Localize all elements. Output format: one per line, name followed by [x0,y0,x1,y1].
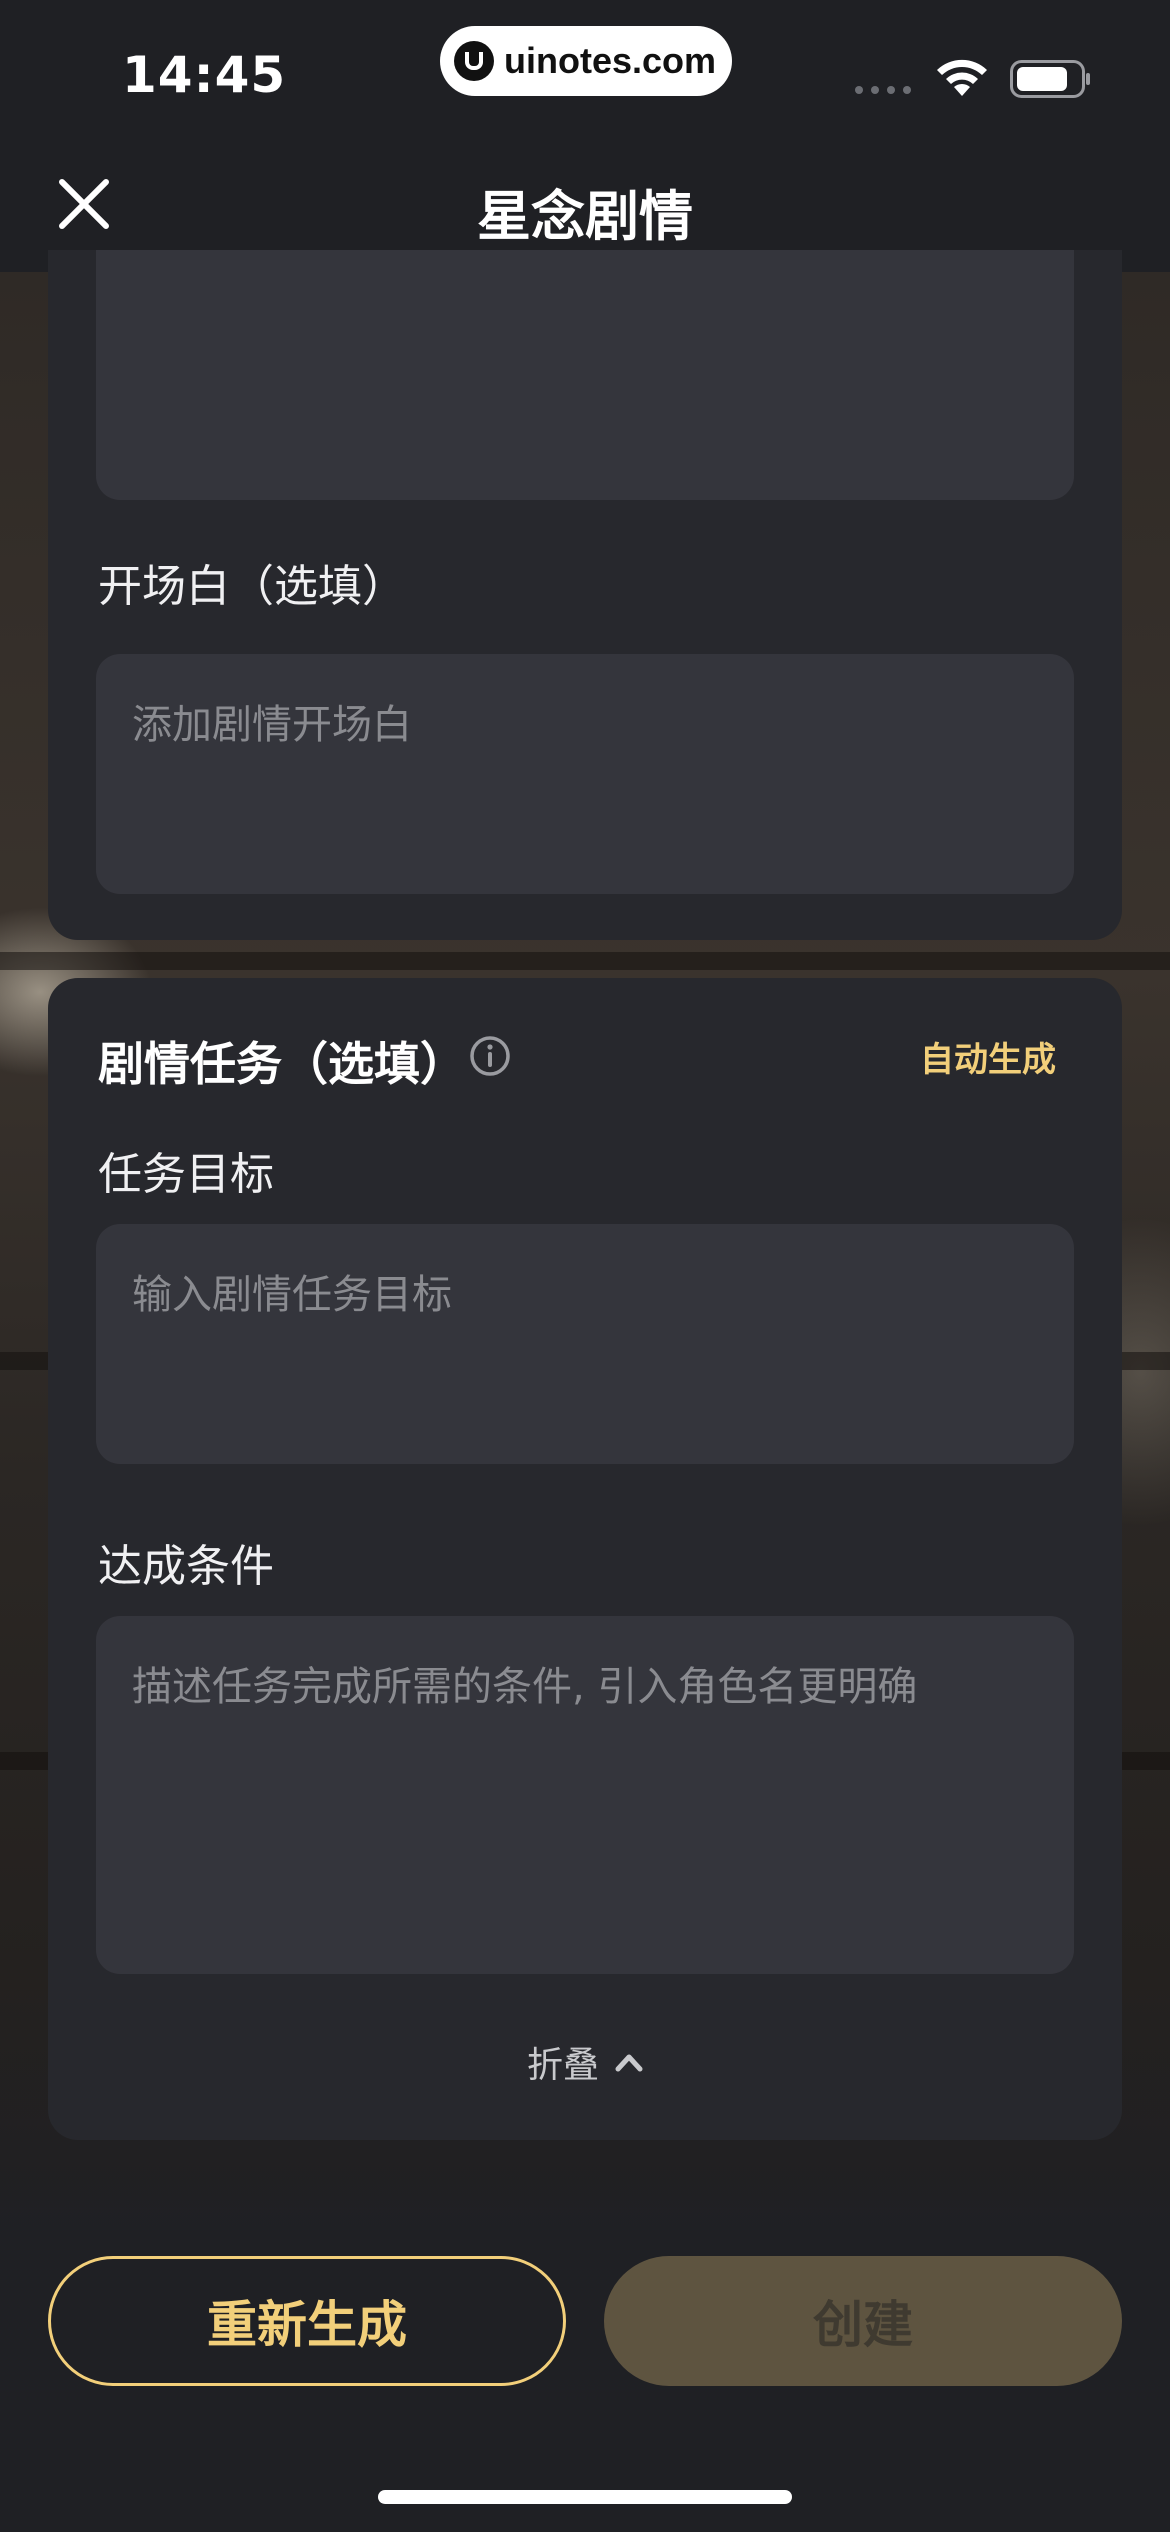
status-bar: 14:45 uinotes.com [0,0,1170,140]
wifi-icon [937,59,987,96]
collapse-label: 折叠 [526,2045,599,2086]
info-icon[interactable] [468,1034,512,1078]
chevron-up-icon [615,2054,643,2072]
signal-dots-icon [855,86,911,94]
opening-card: 开场白（选填） 添加剧情开场白 [48,250,1122,940]
goal-placeholder: 输入剧情任务目标 [132,1272,452,1318]
regenerate-button[interactable]: 重新生成 [48,2256,566,2386]
collapse-button[interactable]: 折叠 [48,2036,1122,2088]
condition-input[interactable]: 描述任务完成所需的条件, 引入角色名更明确 [96,1616,1074,1974]
home-indicator[interactable] [378,2490,792,2504]
opening-placeholder: 添加剧情开场白 [132,702,412,748]
status-time: 14:45 [122,46,287,104]
goal-label: 任务目标 [98,1149,274,1200]
battery-icon [1010,60,1090,98]
url-text: uinotes.com [504,40,717,81]
auto-generate-button[interactable]: 自动生成 [920,1032,1056,1081]
page-title: 星念剧情 [477,185,693,248]
condition-placeholder: 描述任务完成所需的条件, 引入角色名更明确 [132,1664,918,1710]
condition-label: 达成条件 [98,1541,274,1592]
goal-input[interactable]: 输入剧情任务目标 [96,1224,1074,1464]
opening-input[interactable]: 添加剧情开场白 [96,654,1074,894]
task-card: 剧情任务（选填） 自动生成 任务目标 输入剧情任务目标 达成条件 描述任务完成所… [48,978,1122,2140]
opening-label: 开场白（选填） [98,561,406,612]
task-section-title: 剧情任务（选填） [98,1037,466,1091]
url-pill[interactable]: uinotes.com [440,26,732,96]
previous-input-box[interactable] [96,250,1074,500]
background-shelf [0,952,1170,970]
site-logo-icon [454,41,494,81]
create-button[interactable]: 创建 [604,2256,1122,2386]
